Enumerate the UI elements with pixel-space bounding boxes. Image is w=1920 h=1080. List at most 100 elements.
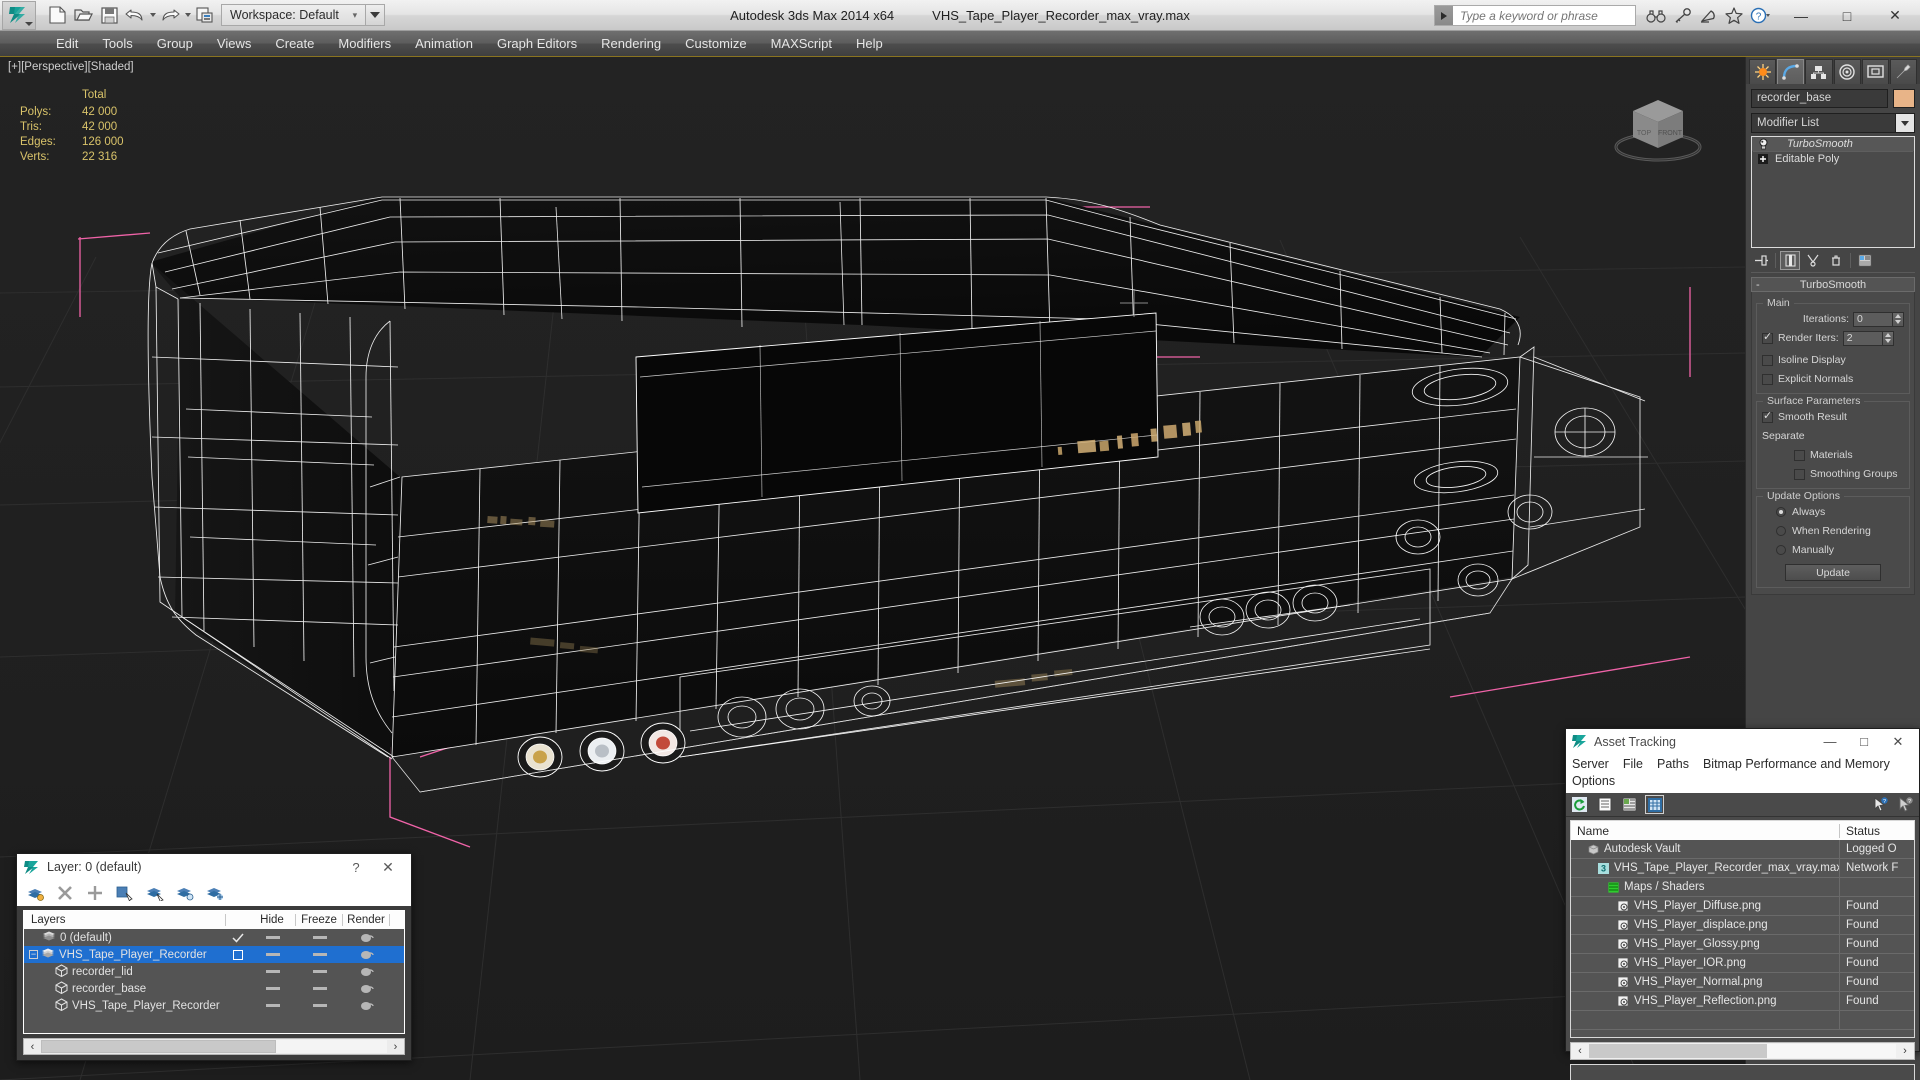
asset-minimize-button[interactable]: — [1813, 730, 1847, 754]
table-row[interactable]: − VHS_Tape_Player_Recorder [24, 946, 404, 963]
smooth-result-checkbox[interactable] [1762, 409, 1773, 423]
render-iters-spinner[interactable]: 2 [1842, 330, 1894, 346]
menu-tools[interactable]: Tools [90, 31, 144, 56]
table-row[interactable]: VHS_Player_displace.png Found [1571, 915, 1914, 935]
layer-close-button[interactable]: ✕ [371, 859, 405, 876]
lightbulb-icon[interactable] [1755, 138, 1771, 150]
menu-graph-editors[interactable]: Graph Editors [485, 31, 589, 56]
smooth-result-row[interactable]: Smooth Result [1762, 409, 1904, 425]
update-button[interactable]: Update [1785, 564, 1881, 581]
turbosmooth-rollout-header[interactable]: - TurboSmooth [1751, 277, 1915, 292]
asset-menu-bitmap-performance[interactable]: Bitmap Performance and Memory [1703, 756, 1890, 773]
asset-menu-file[interactable]: File [1623, 756, 1643, 773]
scrollbar-thumb[interactable] [41, 1040, 277, 1053]
menu-create[interactable]: Create [263, 31, 326, 56]
save-file-icon[interactable] [96, 3, 122, 28]
table-row[interactable]: Maps / Shaders [1571, 877, 1914, 897]
layer-freeze-toggle[interactable] [296, 953, 343, 956]
rollout-collapse-icon[interactable]: - [1756, 279, 1760, 291]
layer-hide-toggle[interactable] [249, 987, 296, 990]
menu-rendering[interactable]: Rendering [589, 31, 673, 56]
viewport-label[interactable]: [+][Perspective][Shaded] [8, 61, 134, 73]
explicit-normals-row[interactable]: Explicit Normals [1762, 371, 1904, 387]
help-question-icon[interactable]: ? [1748, 4, 1772, 28]
menu-help[interactable]: Help [844, 31, 895, 56]
asset-menu-paths[interactable]: Paths [1657, 756, 1689, 773]
select-objects-in-layer-icon[interactable] [115, 883, 135, 903]
asset-menu-server[interactable]: Server [1572, 756, 1609, 773]
hierarchy-tab[interactable] [1805, 59, 1833, 84]
asset-tracking-window[interactable]: Asset Tracking — □ ✕ Server File Paths B… [1565, 728, 1920, 1080]
asset-column-status[interactable]: Status [1840, 824, 1914, 838]
layer-render-toggle[interactable] [343, 932, 390, 943]
remove-modifier-icon[interactable] [1826, 251, 1846, 270]
layer-freeze-toggle[interactable] [296, 987, 343, 990]
redo-dropdown-icon[interactable] [183, 3, 192, 28]
refresh-icon[interactable] [1570, 795, 1589, 814]
search-submit-icon[interactable] [1435, 6, 1453, 25]
modifier-stack-item-editable-poly[interactable]: Editable Poly [1752, 152, 1914, 166]
delete-layer-icon[interactable] [55, 883, 75, 903]
iterations-value[interactable]: 0 [1853, 311, 1893, 327]
smoothing-groups-checkbox[interactable] [1794, 468, 1805, 480]
asset-row-name[interactable]: VHS_Player_Diffuse.png [1571, 896, 1840, 916]
asset-row-name[interactable]: VHS_Player_IOR.png [1571, 953, 1840, 973]
asset-menu-options[interactable]: Options [1572, 773, 1615, 790]
asset-row-name[interactable]: Autodesk Vault [1571, 839, 1840, 859]
table-row[interactable]: recorder_base [24, 980, 404, 997]
table-row[interactable]: VHS_Player_Diffuse.png Found [1571, 896, 1914, 916]
layer-hide-toggle[interactable] [249, 1004, 296, 1007]
menu-views[interactable]: Views [205, 31, 263, 56]
asset-maximize-button[interactable]: □ [1847, 730, 1881, 754]
table-row[interactable]: VHS_Tape_Player_Recorder [24, 997, 404, 1014]
grid-view-icon[interactable] [1645, 795, 1664, 814]
workspace-selector[interactable]: Workspace: Default ▾ [221, 4, 366, 26]
minimize-button[interactable]: — [1778, 1, 1824, 31]
layer-active-check[interactable] [226, 933, 249, 943]
render-iters-value[interactable]: 2 [1842, 330, 1883, 346]
table-row[interactable]: VHS_Player_Glossy.png Found [1571, 934, 1914, 954]
list-view-icon[interactable] [1595, 795, 1614, 814]
modifier-list-dropdown[interactable]: Modifier List [1751, 113, 1915, 133]
iterations-spin-buttons[interactable] [1893, 311, 1904, 327]
create-tab[interactable] [1749, 59, 1777, 84]
manually-radio[interactable] [1776, 545, 1786, 555]
asset-horizontal-scrollbar[interactable]: ‹ › [1570, 1042, 1915, 1060]
layer-grid[interactable]: Layers Hide Freeze Render 0 (default) − … [23, 910, 405, 1034]
new-file-icon[interactable] [44, 3, 70, 28]
make-unique-icon[interactable] [1803, 251, 1823, 270]
layer-render-toggle[interactable] [343, 949, 390, 960]
binoculars-icon[interactable] [1644, 4, 1668, 28]
layer-render-toggle[interactable] [343, 983, 390, 994]
scroll-right-icon[interactable]: › [387, 1041, 404, 1053]
layer-hide-toggle[interactable] [249, 953, 296, 956]
workspace-dropdown-button[interactable] [365, 4, 385, 26]
layer-row-name[interactable]: − VHS_Tape_Player_Recorder [24, 947, 226, 962]
layer-render-toggle[interactable] [343, 966, 390, 977]
asset-scrollbar-thumb[interactable] [1589, 1044, 1768, 1058]
always-row[interactable]: Always [1762, 504, 1904, 520]
asset-scroll-right-icon[interactable]: › [1896, 1045, 1914, 1057]
layer-hide-toggle[interactable] [249, 936, 296, 939]
asset-close-button[interactable]: ✕ [1881, 730, 1915, 754]
explicit-normals-checkbox[interactable] [1762, 373, 1773, 385]
menu-modifiers[interactable]: Modifiers [326, 31, 403, 56]
table-row[interactable]: VHS_Player_Normal.png Found [1571, 972, 1914, 992]
layer-row-name[interactable]: recorder_base [24, 980, 226, 997]
layer-freeze-toggle[interactable] [296, 936, 343, 939]
asset-scrollbar-track[interactable] [1589, 1044, 1896, 1058]
workspace-caret-icon[interactable]: ▾ [349, 10, 361, 21]
open-file-icon[interactable] [70, 3, 96, 28]
table-row[interactable]: VHS_Player_Reflection.png Found [1571, 991, 1914, 1011]
help-pointer-gray-icon[interactable]: ? [1896, 795, 1915, 814]
menu-maxscript[interactable]: MAXScript [759, 31, 844, 56]
layer-help-button[interactable]: ? [341, 860, 371, 875]
layer-hide-toggle[interactable] [249, 970, 296, 973]
table-row[interactable]: VHS_Player_IOR.png Found [1571, 953, 1914, 973]
layer-row-name[interactable]: 0 (default) [24, 930, 226, 945]
layer-dialog[interactable]: Layer: 0 (default) ? ✕ Layers Hide Freez… [16, 853, 412, 1061]
asset-column-name[interactable]: Name [1571, 823, 1840, 838]
scroll-left-icon[interactable]: ‹ [24, 1041, 41, 1053]
layer-row-name[interactable]: VHS_Tape_Player_Recorder [24, 997, 226, 1014]
motion-tab[interactable] [1833, 59, 1861, 84]
